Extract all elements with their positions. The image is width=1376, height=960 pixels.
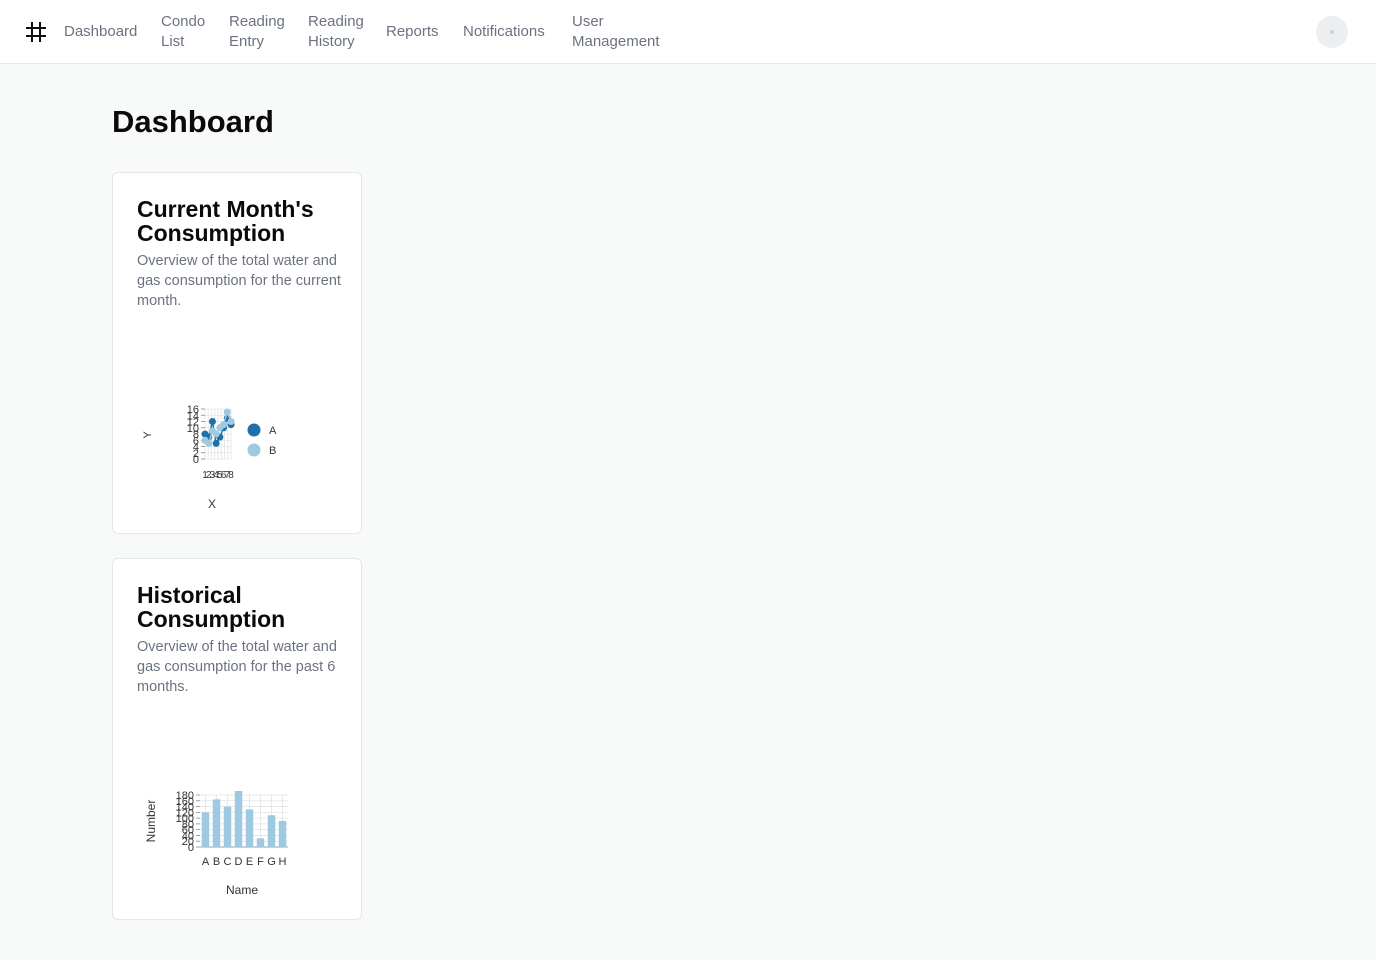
top-navigation-bar: Dashboard Condo List Reading Entry Readi… — [0, 0, 1376, 64]
data-point-B — [220, 421, 228, 429]
current-month-scatter-chart: 024681012141612345678YXAB — [142, 404, 277, 511]
historical-bar-chart: 020406080100120140160180A B C D E F G HNumberNa… — [144, 790, 288, 897]
x-tick-label: B — [213, 856, 220, 868]
bar-G — [267, 815, 276, 847]
x-tick-label: E — [246, 856, 253, 868]
data-point-A — [208, 418, 216, 425]
nav-label: Reading — [308, 13, 364, 30]
y-axis-title: Number — [144, 800, 158, 843]
avatar-placeholder-icon — [1330, 30, 1334, 34]
data-point-B — [227, 418, 235, 425]
nav-label: User — [572, 13, 604, 30]
bar-H — [278, 821, 287, 847]
data-point-B — [205, 439, 213, 447]
nav-label: Entry — [229, 33, 265, 50]
nav-item-notifications[interactable]: Notifications — [463, 22, 545, 42]
user-avatar[interactable] — [1316, 16, 1348, 48]
hash-logo-icon[interactable] — [24, 20, 48, 44]
nav-label: Notifications — [463, 23, 545, 40]
data-point-A — [212, 439, 220, 447]
legend-label-A: A — [269, 425, 277, 437]
x-tick-label: 8 — [228, 470, 234, 481]
current-month-card: Current Month's Consumption Overview of … — [112, 172, 362, 534]
bar-D — [234, 791, 243, 847]
bar-C — [223, 806, 232, 847]
legend-marker-A — [247, 423, 261, 437]
bar-A — [201, 812, 210, 847]
data-point-B — [212, 430, 220, 438]
nav-item-reports[interactable]: Reports — [386, 22, 439, 42]
legend-marker-B — [247, 443, 261, 457]
nav-item-condo-list[interactable]: Condo List — [161, 12, 205, 52]
nav-label: Reading — [229, 13, 285, 30]
x-axis-title: X — [208, 497, 216, 511]
nav-label: Dashboard — [64, 23, 138, 40]
nav-item-dashboard[interactable]: Dashboard — [64, 22, 137, 42]
nav-label: Management — [572, 33, 660, 50]
y-tick-label: 16 — [187, 404, 199, 416]
nav-item-user-management[interactable]: User Management — [572, 12, 660, 52]
nav-label: Reports — [386, 23, 439, 40]
x-axis-title: Name — [226, 883, 258, 897]
x-tick-label: H — [279, 856, 287, 868]
x-tick-label: D — [235, 856, 243, 868]
y-tick-label: 180 — [176, 790, 194, 802]
x-tick-label: G — [267, 856, 276, 868]
historical-consumption-card: Historical Consumption Overview of the t… — [112, 558, 362, 920]
bar-B — [212, 799, 221, 847]
nav-label: Condo — [161, 13, 206, 30]
x-tick-label: F — [257, 856, 264, 868]
y-axis-title: Y — [142, 431, 154, 439]
nav-item-reading-history[interactable]: Reading History — [308, 12, 364, 52]
page-title: Dashboard — [112, 104, 274, 139]
data-point-B — [223, 408, 231, 416]
nav-item-reading-entry[interactable]: Reading Entry — [229, 12, 285, 52]
nav-label: History — [308, 33, 355, 50]
legend-label-B: B — [269, 445, 276, 457]
x-tick-label: A — [202, 856, 210, 868]
nav-label: List — [161, 33, 185, 50]
x-tick-label: C — [224, 856, 232, 868]
bar-E — [245, 809, 254, 847]
bar-F — [256, 838, 265, 847]
